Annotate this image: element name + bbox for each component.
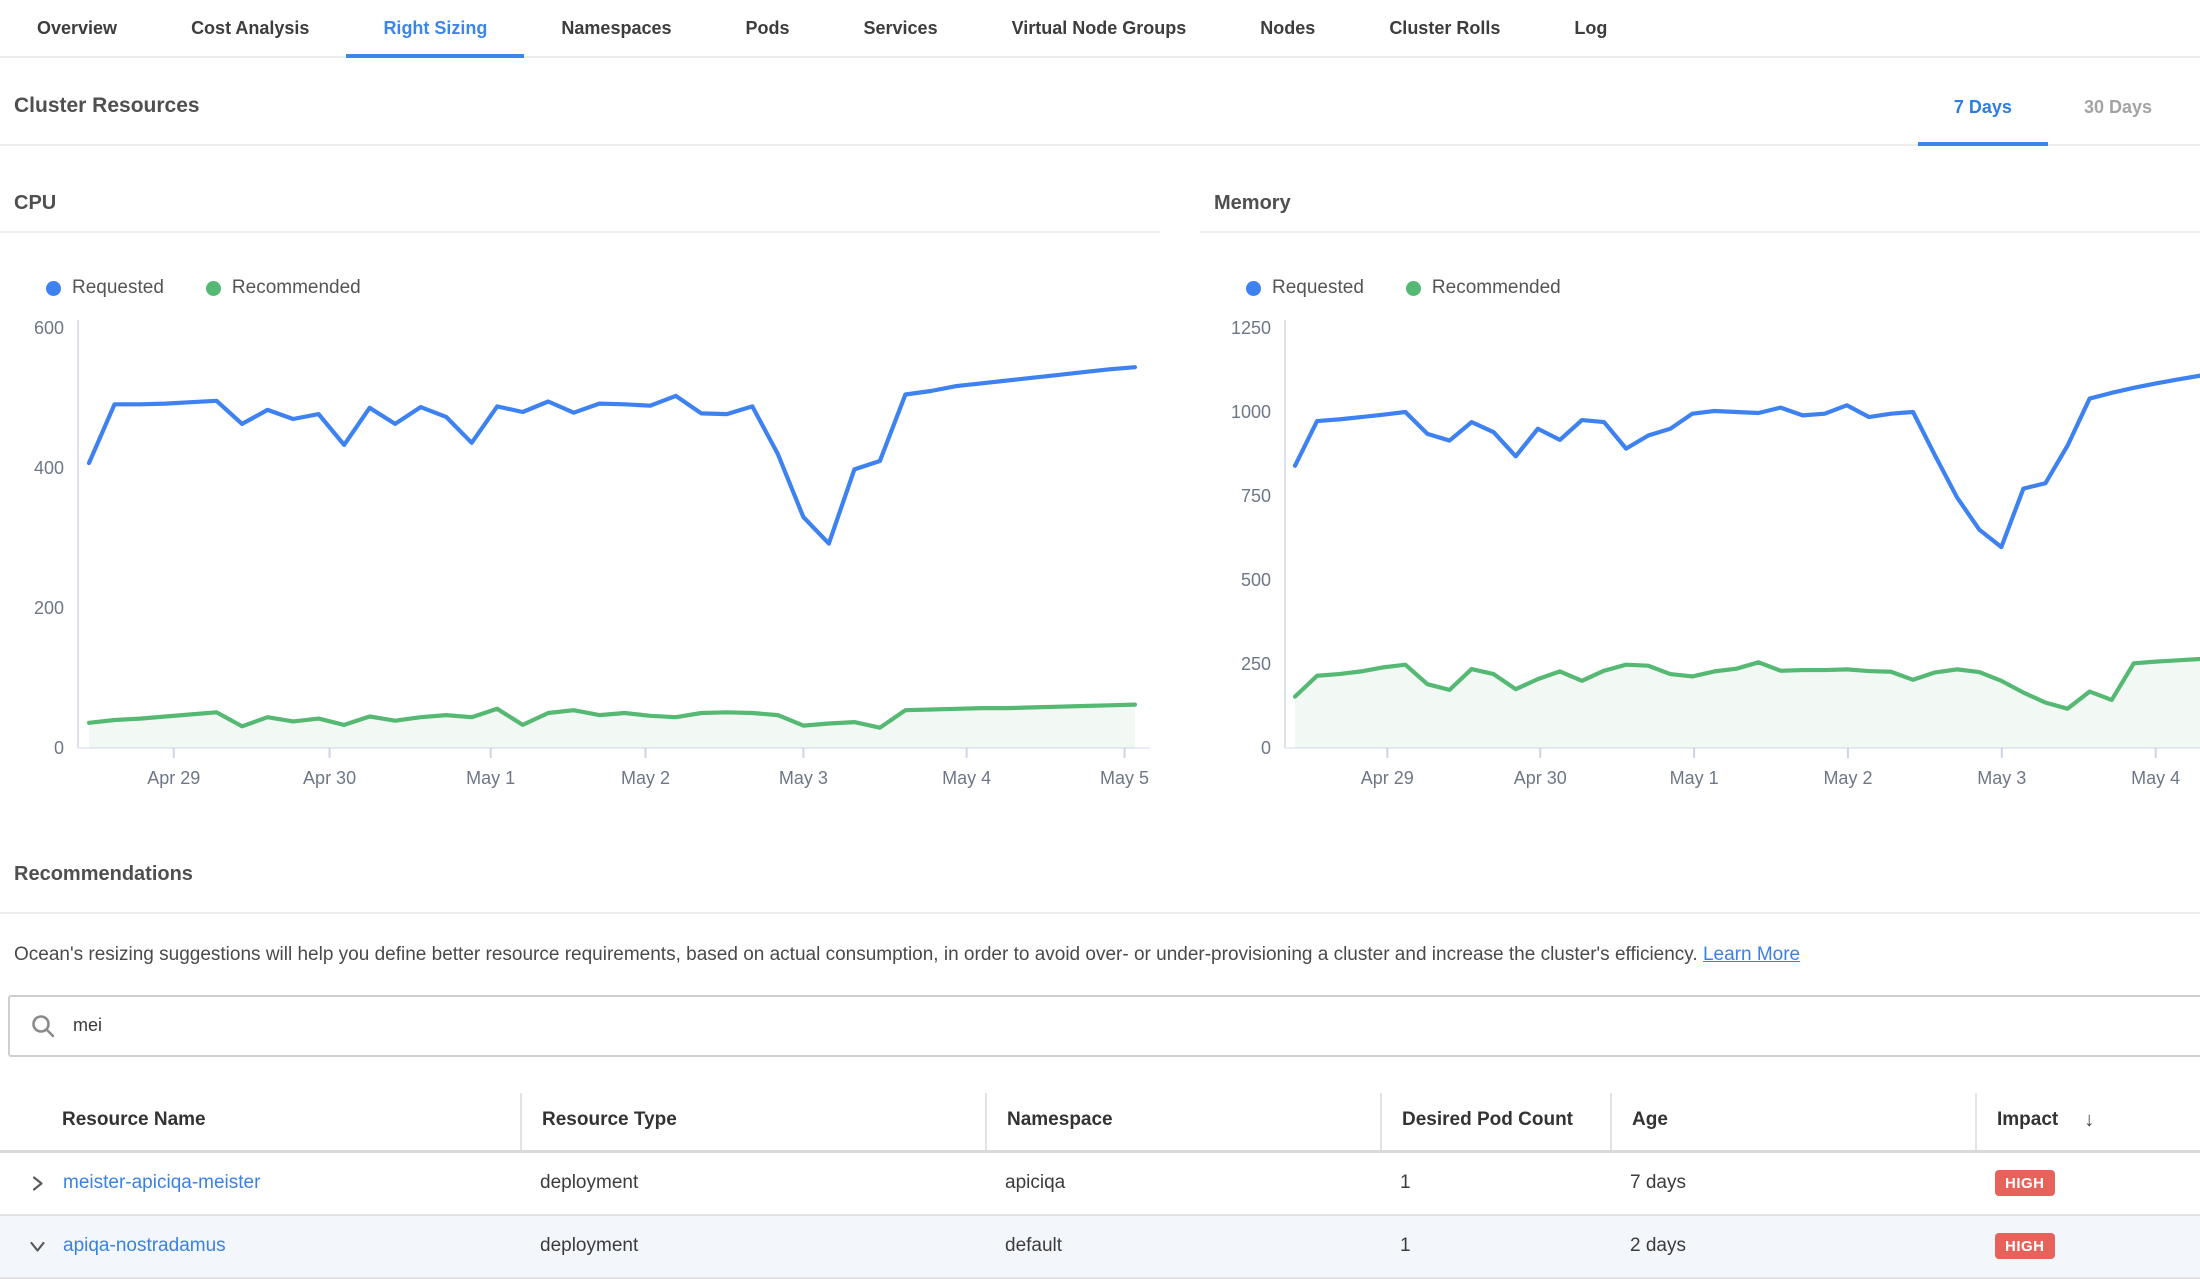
svg-text:Apr 29: Apr 29 bbox=[147, 768, 200, 788]
svg-text:0: 0 bbox=[54, 738, 64, 758]
svg-text:May 3: May 3 bbox=[1977, 768, 2026, 788]
age-cell: 2 days bbox=[1610, 1235, 1975, 1257]
requested-dot-icon bbox=[1246, 281, 1261, 296]
svg-text:May 1: May 1 bbox=[466, 768, 515, 788]
table-header-row: Resource Name Resource Type Namespace De… bbox=[0, 1093, 2200, 1153]
cpu-chart: 600 400 200 0 Apr 29 Apr 30 May 1 May 2 May 3 May… bbox=[0, 313, 1150, 791]
column-header-resource-type[interactable]: Resource Type bbox=[520, 1093, 985, 1150]
cpu-chart-title: CPU bbox=[0, 146, 1160, 233]
resource-type-cell: deployment bbox=[520, 1235, 985, 1257]
desired-pod-count-cell: 1 bbox=[1380, 1172, 1610, 1194]
svg-text:May 4: May 4 bbox=[2131, 768, 2180, 788]
svg-text:250: 250 bbox=[1241, 654, 1271, 674]
legend-requested-label: Requested bbox=[72, 277, 164, 299]
tab-services[interactable]: Services bbox=[827, 0, 975, 56]
table-row[interactable]: apiqa-nostradamus deployment default 1 2… bbox=[0, 1216, 2200, 1279]
namespace-cell: default bbox=[985, 1235, 1380, 1257]
search-icon bbox=[30, 1013, 56, 1039]
resource-name-cell: apiqa-nostradamus bbox=[0, 1235, 520, 1257]
resource-name-link[interactable]: meister-apiciqa-meister bbox=[63, 1172, 260, 1194]
tab-cost-analysis[interactable]: Cost Analysis bbox=[154, 0, 346, 56]
recommended-dot-icon bbox=[1406, 281, 1421, 296]
memory-chart-legend: Requested Recommended bbox=[1246, 277, 2200, 299]
tab-virtual-node-groups[interactable]: Virtual Node Groups bbox=[975, 0, 1224, 56]
cluster-resources-header: Cluster Resources 7 Days 30 Days bbox=[0, 58, 2200, 146]
resource-type-cell: deployment bbox=[520, 1172, 985, 1194]
cluster-resources-title: Cluster Resources bbox=[14, 58, 200, 144]
svg-text:600: 600 bbox=[34, 318, 64, 338]
requested-dot-icon bbox=[46, 281, 61, 296]
svg-text:May 4: May 4 bbox=[942, 768, 991, 788]
search-box[interactable] bbox=[8, 995, 2200, 1057]
charts-row: CPU Requested Recommended 600 400 200 0 Apr … bbox=[0, 146, 2200, 791]
legend-recommended: Recommended bbox=[1406, 277, 1561, 299]
tab-namespaces[interactable]: Namespaces bbox=[524, 0, 708, 56]
impact-header-label: Impact bbox=[1997, 1109, 2058, 1131]
svg-text:May 2: May 2 bbox=[621, 768, 670, 788]
svg-text:Apr 30: Apr 30 bbox=[303, 768, 356, 788]
impact-badge: HIGH bbox=[1995, 1170, 2055, 1196]
age-cell: 7 days bbox=[1610, 1172, 1975, 1194]
top-tab-bar: Overview Cost Analysis Right Sizing Name… bbox=[0, 0, 2200, 58]
range-30-days[interactable]: 30 Days bbox=[2048, 58, 2188, 146]
tab-log[interactable]: Log bbox=[1537, 0, 1644, 56]
sort-descending-icon[interactable]: ↓ bbox=[2084, 1109, 2094, 1132]
tab-right-sizing[interactable]: Right Sizing bbox=[346, 0, 524, 56]
tab-nodes[interactable]: Nodes bbox=[1223, 0, 1352, 56]
memory-chart: 1250 1000 750 500 250 0 Apr 29 Apr 30 May 1 May 2… bbox=[1200, 313, 2200, 791]
svg-text:500: 500 bbox=[1241, 570, 1271, 590]
impact-cell: HIGH bbox=[1975, 1233, 2200, 1259]
svg-text:May 5: May 5 bbox=[1100, 768, 1149, 788]
svg-text:1250: 1250 bbox=[1231, 318, 1271, 338]
svg-text:Apr 29: Apr 29 bbox=[1361, 768, 1414, 788]
svg-text:400: 400 bbox=[34, 458, 64, 478]
tab-overview[interactable]: Overview bbox=[0, 0, 154, 56]
range-7-days[interactable]: 7 Days bbox=[1918, 58, 2048, 146]
column-header-resource-name[interactable]: Resource Name bbox=[0, 1093, 520, 1150]
svg-text:200: 200 bbox=[34, 598, 64, 618]
recommendations-description-text: Ocean's resizing suggestions will help y… bbox=[14, 944, 1698, 965]
chevron-down-icon[interactable] bbox=[28, 1237, 47, 1256]
legend-recommended: Recommended bbox=[206, 277, 361, 299]
legend-requested-label: Requested bbox=[1272, 277, 1364, 299]
svg-text:May 1: May 1 bbox=[1670, 768, 1719, 788]
resource-name-cell: meister-apiciqa-meister bbox=[0, 1172, 520, 1194]
svg-text:1000: 1000 bbox=[1231, 402, 1271, 422]
svg-text:0: 0 bbox=[1261, 738, 1271, 758]
cpu-chart-legend: Requested Recommended bbox=[46, 277, 1160, 299]
tab-cluster-rolls[interactable]: Cluster Rolls bbox=[1352, 0, 1537, 56]
recommended-dot-icon bbox=[206, 281, 221, 296]
svg-text:750: 750 bbox=[1241, 486, 1271, 506]
chevron-right-icon[interactable] bbox=[28, 1174, 47, 1193]
column-header-desired-pod-count[interactable]: Desired Pod Count bbox=[1380, 1093, 1610, 1150]
legend-requested: Requested bbox=[1246, 277, 1364, 299]
table-row[interactable]: meister-apiciqa-meister deployment apici… bbox=[0, 1153, 2200, 1216]
tab-pods[interactable]: Pods bbox=[709, 0, 827, 56]
desired-pod-count-cell: 1 bbox=[1380, 1235, 1610, 1257]
namespace-cell: apiciqa bbox=[985, 1172, 1380, 1194]
resource-name-link[interactable]: apiqa-nostradamus bbox=[63, 1235, 226, 1257]
learn-more-link[interactable]: Learn More bbox=[1703, 944, 1800, 965]
memory-chart-title: Memory bbox=[1200, 146, 2200, 233]
column-header-impact[interactable]: Impact ↓ bbox=[1975, 1093, 2200, 1150]
svg-text:Apr 30: Apr 30 bbox=[1514, 768, 1567, 788]
column-header-namespace[interactable]: Namespace bbox=[985, 1093, 1380, 1150]
legend-requested: Requested bbox=[46, 277, 164, 299]
column-header-age[interactable]: Age bbox=[1610, 1093, 1975, 1150]
cpu-chart-panel: CPU Requested Recommended 600 400 200 0 Apr … bbox=[0, 146, 1160, 791]
search-input[interactable] bbox=[71, 1014, 2190, 1037]
memory-chart-panel: Memory Requested Recommended 1250 1000 750… bbox=[1200, 146, 2200, 791]
recommendations-title: Recommendations bbox=[0, 791, 2200, 914]
time-range-toggle: 7 Days 30 Days bbox=[1918, 58, 2188, 144]
legend-recommended-label: Recommended bbox=[232, 277, 361, 299]
recommendations-description: Ocean's resizing suggestions will help y… bbox=[0, 914, 2200, 969]
impact-cell: HIGH bbox=[1975, 1170, 2200, 1196]
svg-text:May 3: May 3 bbox=[779, 768, 828, 788]
legend-recommended-label: Recommended bbox=[1432, 277, 1561, 299]
impact-badge: HIGH bbox=[1995, 1233, 2055, 1259]
recommendations-table: Resource Name Resource Type Namespace De… bbox=[0, 1093, 2200, 1279]
svg-text:May 2: May 2 bbox=[1823, 768, 1872, 788]
